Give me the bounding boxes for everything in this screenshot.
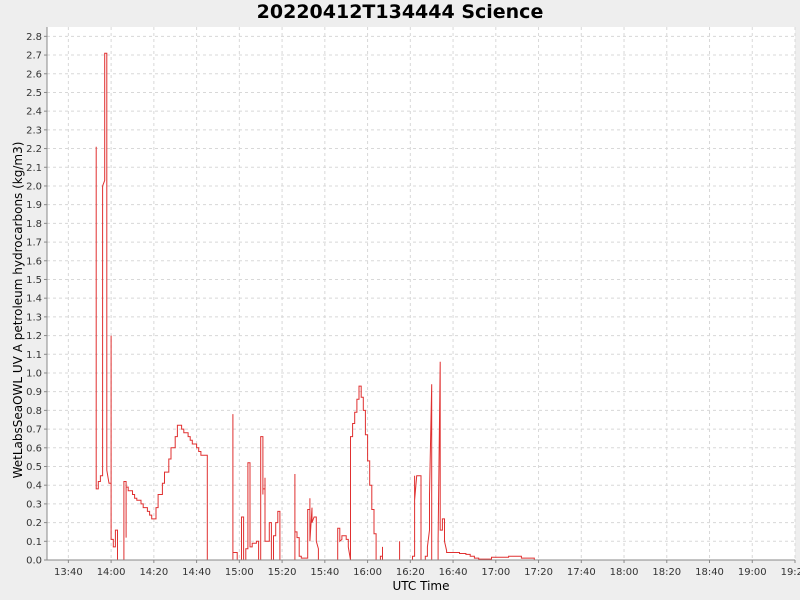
x-axis-ticks: 13:40 14:00 14:20 14:40 15:00 15:20 15:40 16:00… xyxy=(54,560,800,578)
y-tick-label: 1.2 xyxy=(26,331,42,342)
y-axis-ticks: 0.0 0.1 0.2 0.3 0.4 0.5 0.6 0.7 0.8 0.9 1.0 1.1 1.2 1… xyxy=(26,32,47,567)
y-tick-label: 1.6 xyxy=(26,256,42,267)
x-tick-label: 13:40 xyxy=(54,567,83,578)
x-tick-label: 14:00 xyxy=(97,567,126,578)
x-tick-label: 19:20 xyxy=(781,567,800,578)
x-tick-label: 15:40 xyxy=(310,567,339,578)
x-tick-label: 17:40 xyxy=(567,567,596,578)
x-tick-label: 15:00 xyxy=(225,567,254,578)
y-tick-label: 2.6 xyxy=(26,69,42,80)
y-tick-label: 0.4 xyxy=(26,481,42,492)
x-tick-label: 17:20 xyxy=(524,567,553,578)
x-tick-label: 16:00 xyxy=(353,567,382,578)
y-tick-label: 1.8 xyxy=(26,219,42,230)
y-tick-label: 0.3 xyxy=(26,499,42,510)
y-tick-label: 2.0 xyxy=(26,181,42,192)
y-tick-label: 0.0 xyxy=(26,556,42,567)
x-tick-label: 18:00 xyxy=(610,567,639,578)
y-tick-label: 2.8 xyxy=(26,32,42,43)
y-tick-label: 1.1 xyxy=(26,350,42,361)
y-tick-label: 2.4 xyxy=(26,107,42,118)
x-tick-label: 18:40 xyxy=(695,567,724,578)
y-tick-label: 1.5 xyxy=(26,275,42,286)
y-tick-label: 1.0 xyxy=(26,368,42,379)
y-axis-label: WetLabsSeaOWL UV A petroleum hydrocarbon… xyxy=(11,142,25,479)
x-tick-label: 14:40 xyxy=(182,567,211,578)
x-tick-label: 18:20 xyxy=(652,567,681,578)
x-tick-label: 14:20 xyxy=(139,567,168,578)
y-tick-label: 1.7 xyxy=(26,238,42,249)
y-tick-label: 0.9 xyxy=(26,387,42,398)
chart-title: 20220412T134444 Science xyxy=(257,1,544,23)
y-tick-label: 2.3 xyxy=(26,125,42,136)
y-tick-label: 0.5 xyxy=(26,462,42,473)
y-tick-label: 2.7 xyxy=(26,51,42,62)
y-tick-label: 0.1 xyxy=(26,537,42,548)
chart: 20220412T134444 Science 0.00.10.20.30.40… xyxy=(11,1,800,593)
y-tick-label: 1.3 xyxy=(26,312,42,323)
y-tick-label: 1.4 xyxy=(26,294,42,305)
x-tick-label: 19:00 xyxy=(738,567,767,578)
x-tick-label: 16:20 xyxy=(396,567,425,578)
x-tick-label: 15:20 xyxy=(268,567,297,578)
x-tick-label: 17:00 xyxy=(481,567,510,578)
x-axis-label: UTC Time xyxy=(393,579,450,593)
y-tick-label: 1.9 xyxy=(26,200,42,211)
y-tick-label: 0.8 xyxy=(26,406,42,417)
y-tick-label: 2.5 xyxy=(26,88,42,99)
y-tick-label: 0.7 xyxy=(26,425,42,436)
y-tick-label: 2.2 xyxy=(26,144,42,155)
y-tick-label: 2.1 xyxy=(26,163,42,174)
y-tick-label: 0.6 xyxy=(26,443,42,454)
x-tick-label: 16:40 xyxy=(439,567,468,578)
y-tick-label: 0.2 xyxy=(26,518,42,529)
